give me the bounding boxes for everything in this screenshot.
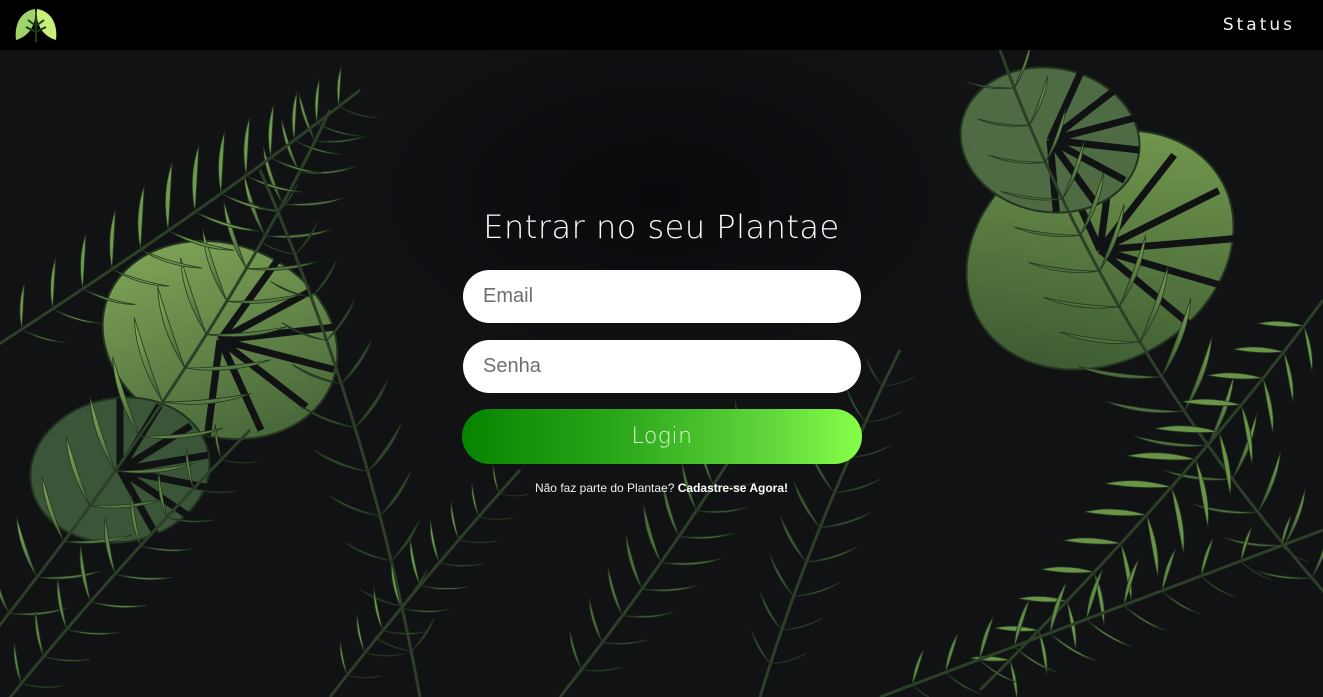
email-field[interactable] [463, 270, 861, 323]
login-button[interactable]: Login [462, 409, 862, 464]
signup-prompt-text: Não faz parte do Plantae? [534, 481, 675, 495]
status-link[interactable]: Status [1223, 15, 1295, 35]
login-form: Entrar no seu Plantae Login Não faz part… [0, 0, 1323, 697]
leaf-logo-icon[interactable] [13, 6, 59, 44]
page-title: Entrar no seu Plantae [483, 208, 840, 246]
password-field[interactable] [463, 340, 861, 393]
top-navbar: Status [0, 0, 1323, 50]
signup-prompt: Não faz parte do Plantae? Cadastre-se Ag… [0, 481, 1323, 495]
signup-link[interactable]: Cadastre-se Agora! [678, 481, 788, 495]
